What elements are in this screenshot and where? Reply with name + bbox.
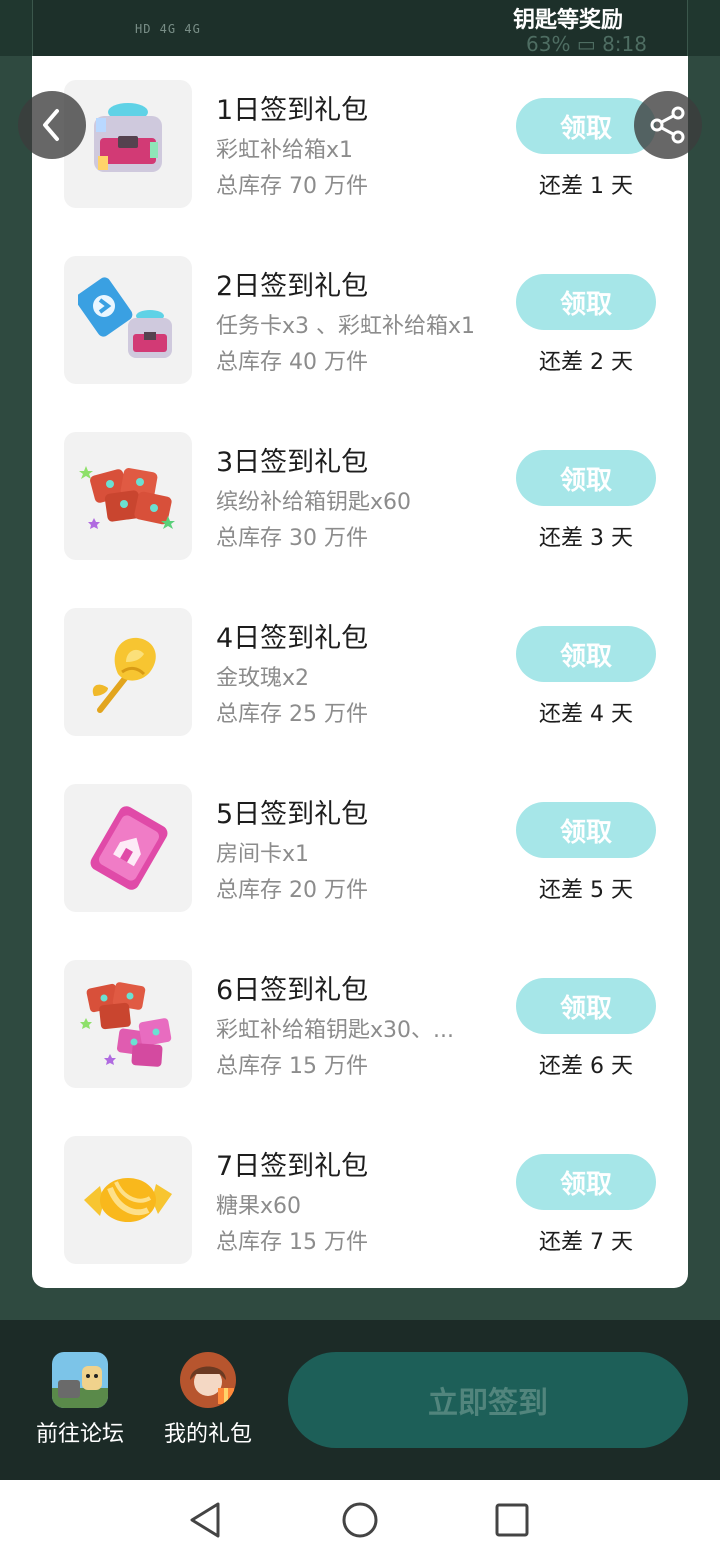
- bottom-action-bar: 前往论坛 我的礼包 立即签到: [0, 1320, 720, 1480]
- rainbow-keys-icon: [64, 960, 192, 1088]
- sign-in-now-button[interactable]: 立即签到: [288, 1352, 688, 1448]
- my-gifts-link[interactable]: 我的礼包: [148, 1352, 268, 1448]
- back-button[interactable]: [18, 91, 86, 159]
- gift-desc: 任务卡x3 、彩虹补给箱x1: [216, 314, 476, 339]
- days-remaining: 还差 5 天: [539, 878, 633, 903]
- days-remaining: 还差 3 天: [539, 526, 633, 551]
- gift-desc: 金玫瑰x2: [216, 666, 310, 691]
- clock: 8:18: [602, 32, 647, 56]
- gift-desc: 彩虹补给箱钥匙x30、...: [216, 1018, 454, 1043]
- days-remaining: 还差 6 天: [539, 1054, 633, 1079]
- claim-button[interactable]: 领取: [516, 626, 656, 682]
- forum-label: 前往论坛: [35, 1422, 124, 1447]
- gift-title: 7日签到礼包: [216, 1151, 369, 1182]
- signal-indicator: HD 4G 4G: [135, 22, 201, 36]
- claim-button[interactable]: 领取: [516, 978, 656, 1034]
- promo-text: 钥匙等奖励: [512, 8, 623, 33]
- claim-button[interactable]: 领取: [516, 274, 656, 330]
- forum-app-icon: [52, 1352, 108, 1408]
- gift-desc: 彩虹补给箱x1: [216, 138, 354, 163]
- signal-text: HD 4G 4G: [135, 22, 201, 36]
- nav-back-icon[interactable]: [186, 1500, 226, 1540]
- share-icon: [650, 106, 685, 144]
- gift-row-day-7: 7日签到礼包 糖果x60 总库存 15 万件 领取 还差 7 天: [32, 1136, 688, 1264]
- days-remaining: 还差 4 天: [539, 702, 633, 727]
- gift-row-day-5: 5日签到礼包 房间卡x1 总库存 20 万件 领取 还差 5 天: [32, 784, 688, 912]
- claim-button[interactable]: 领取: [516, 1154, 656, 1210]
- chevron-left-icon: [43, 109, 59, 141]
- golden-rose-icon: [64, 608, 192, 736]
- share-button[interactable]: [634, 91, 702, 159]
- claim-button[interactable]: 领取: [516, 450, 656, 506]
- gift-title: 5日签到礼包: [216, 799, 369, 830]
- gift-desc: 房间卡x1: [216, 842, 310, 867]
- rainbow-supply-box-icon: [64, 80, 192, 208]
- gift-row-day-2: 2日签到礼包 任务卡x3 、彩虹补给箱x1 总库存 40 万件 领取 还差 2 …: [32, 256, 688, 384]
- days-remaining: 还差 2 天: [539, 350, 633, 375]
- gift-title: 6日签到礼包: [216, 975, 369, 1006]
- gift-row-day-3: 3日签到礼包 缤纷补给箱钥匙x60 总库存 30 万件 领取 还差 3 天: [32, 432, 688, 560]
- gift-stock: 总库存 70 万件: [216, 174, 368, 199]
- forum-link[interactable]: 前往论坛: [20, 1352, 140, 1448]
- claim-button[interactable]: 领取: [516, 802, 656, 858]
- my-gifts-label: 我的礼包: [163, 1422, 252, 1447]
- gift-desc: 缤纷补给箱钥匙x60: [216, 490, 412, 515]
- battery-clock: 63% ▭ 8:18: [526, 32, 647, 56]
- system-nav-bar: [0, 1480, 720, 1560]
- status-bar: HD 4G 4G 钥匙等奖励 63% ▭ 8:18: [0, 0, 720, 56]
- colorful-keys-icon: [64, 432, 192, 560]
- gift-list-card: 1日签到礼包 彩虹补给箱x1 总库存 70 万件 领取 还差 1 天 2日签到礼…: [32, 56, 688, 1288]
- header-strip: HD 4G 4G 钥匙等奖励 63% ▭ 8:18: [32, 0, 688, 56]
- gift-stock: 总库存 40 万件: [216, 350, 368, 375]
- gift-stock: 总库存 30 万件: [216, 526, 368, 551]
- days-remaining: 还差 1 天: [539, 174, 633, 199]
- gift-row-day-4: 4日签到礼包 金玫瑰x2 总库存 25 万件 领取 还差 4 天: [32, 608, 688, 736]
- gift-stock: 总库存 15 万件: [216, 1230, 368, 1255]
- room-card-icon: [64, 784, 192, 912]
- candy-icon: [64, 1136, 192, 1264]
- gift-stock: 总库存 25 万件: [216, 702, 368, 727]
- my-gifts-avatar-icon: [180, 1352, 236, 1408]
- gift-title: 1日签到礼包: [216, 95, 369, 126]
- battery-icon: ▭: [576, 32, 596, 56]
- gift-row-day-1: 1日签到礼包 彩虹补给箱x1 总库存 70 万件 领取 还差 1 天: [32, 80, 688, 208]
- nav-home-icon[interactable]: [340, 1500, 380, 1540]
- battery-percent: 63%: [526, 32, 571, 56]
- gift-desc: 糖果x60: [216, 1194, 302, 1219]
- gift-row-day-6: 6日签到礼包 彩虹补给箱钥匙x30、... 总库存 15 万件 领取 还差 6 …: [32, 960, 688, 1088]
- task-card-and-box-icon: [64, 256, 192, 384]
- nav-recents-icon[interactable]: [492, 1500, 532, 1540]
- gift-title: 4日签到礼包: [216, 623, 369, 654]
- gift-title: 2日签到礼包: [216, 271, 369, 302]
- days-remaining: 还差 7 天: [539, 1230, 633, 1255]
- gift-title: 3日签到礼包: [216, 447, 369, 478]
- gift-stock: 总库存 20 万件: [216, 878, 368, 903]
- gift-stock: 总库存 15 万件: [216, 1054, 368, 1079]
